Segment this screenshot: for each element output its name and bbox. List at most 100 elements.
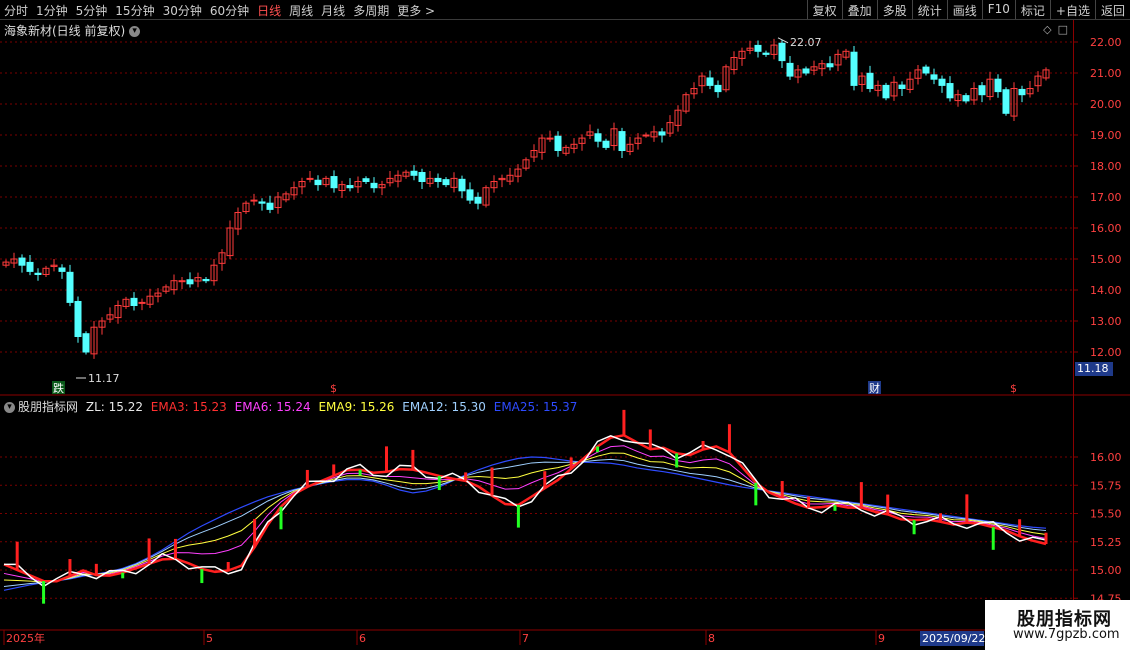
candle-body <box>258 201 266 204</box>
indicator-ema3: EMA3: 15.23 <box>150 400 227 414</box>
candle-body <box>802 68 810 74</box>
candle-body <box>714 84 722 93</box>
candle-body <box>642 134 650 137</box>
candle-body <box>762 52 770 55</box>
candle-body <box>74 300 82 337</box>
indicator-series <box>3 409 1048 604</box>
candle-body <box>418 172 426 182</box>
indicator-name: 股朋指标网 <box>18 400 79 414</box>
candle-body <box>938 78 946 86</box>
watermark-url: www.7gpzb.com <box>1013 627 1120 642</box>
ema12-line <box>3 458 1047 587</box>
time-label: 2025年 <box>6 631 45 645</box>
candle-body <box>922 66 930 74</box>
candle-body <box>330 176 338 189</box>
candle-body <box>978 85 986 96</box>
time-label: 6 <box>359 632 366 645</box>
candle-body <box>34 272 42 276</box>
marker-fall: 跌 <box>53 381 64 395</box>
candle-body <box>554 135 562 152</box>
indicator-ema6: EMA6: 15.24 <box>234 400 311 414</box>
candle-body <box>962 95 970 102</box>
candle-body <box>186 279 194 285</box>
price-tick-label: 14.00 <box>1090 284 1122 297</box>
cursor-date-label: 2025/09/22 <box>922 632 985 645</box>
indicator-chevron-icon[interactable]: ▾ <box>4 402 15 413</box>
indicator-tick-label: 15.25 <box>1090 536 1122 549</box>
ema9-line <box>3 452 1047 583</box>
candle-body <box>82 333 90 353</box>
indicator-title: ▾ 股朋指标网 ZL: 15.22 EMA3: 15.23 EMA6: 15.24… <box>4 398 581 415</box>
candle-body <box>66 271 74 303</box>
time-label: 8 <box>708 632 715 645</box>
indicator-ema9: EMA9: 15.26 <box>318 400 395 414</box>
candle-body <box>866 72 874 89</box>
indicator-ema25: EMA25: 15.37 <box>493 400 578 414</box>
candle-body <box>826 63 834 68</box>
marker-finance: 财 <box>869 381 880 395</box>
price-tick-label: 22.00 <box>1090 36 1122 49</box>
time-label: 5 <box>206 632 213 645</box>
candle-body <box>546 137 554 140</box>
marker-dividend-2: $ <box>1010 382 1017 395</box>
price-tick-label: 21.00 <box>1090 67 1122 80</box>
candle-body <box>130 297 138 306</box>
candle-body <box>754 44 762 52</box>
price-tick-label: 20.00 <box>1090 98 1122 111</box>
indicator-axis: 16.0015.7515.5015.2515.0014.75 <box>0 451 1122 605</box>
candle-body <box>410 170 418 176</box>
site-watermark: 股朋指标网 www.7gpzb.com <box>985 600 1130 650</box>
candle-body <box>250 199 258 202</box>
candle-body <box>474 196 482 204</box>
indicator-tick-label: 15.75 <box>1090 479 1122 492</box>
candle-body <box>346 185 354 189</box>
price-tick-label: 19.00 <box>1090 129 1122 142</box>
price-axis: 22.00 21.00 20.00 19.00 18.00 17.00 16.00 15.00… <box>1073 36 1122 359</box>
candle-body <box>994 78 1002 93</box>
time-label: 7 <box>522 632 529 645</box>
price-tick-label: 15.00 <box>1090 253 1122 266</box>
candlestick-series <box>2 38 1050 359</box>
candle-body <box>786 62 794 77</box>
axis-separator <box>1073 20 1074 630</box>
candle-body <box>434 177 442 182</box>
candle-body <box>26 261 34 272</box>
price-tick-label: 16.00 <box>1090 222 1122 235</box>
candle-body <box>306 177 314 180</box>
indicator-zl: ZL: 15.22 <box>85 400 143 414</box>
kline-chart[interactable]: 22.00 21.00 20.00 19.00 18.00 17.00 16.00 15.00… <box>0 0 1130 650</box>
candle-body <box>202 278 210 282</box>
candle-body <box>882 84 890 99</box>
candle-body <box>314 179 322 186</box>
candle-body <box>18 257 26 266</box>
candle-body <box>850 51 858 86</box>
candle-body <box>362 178 370 183</box>
candle-body <box>706 77 714 86</box>
candle-body <box>370 182 378 189</box>
candle-body <box>930 74 938 80</box>
candle-body <box>1018 88 1026 96</box>
candle-body <box>178 280 186 283</box>
price-tick-label: 13.00 <box>1090 315 1122 328</box>
candle-body <box>778 42 786 62</box>
indicator-tick-label: 15.50 <box>1090 508 1122 521</box>
indicator-tick-label: 16.00 <box>1090 451 1122 464</box>
candle-body <box>266 202 274 210</box>
indicator-ema12: EMA12: 15.30 <box>402 400 486 414</box>
time-label: 9 <box>878 632 885 645</box>
price-tick-label: 18.00 <box>1090 160 1122 173</box>
price-tick-label: 17.00 <box>1090 191 1122 204</box>
high-price-pointer <box>777 37 789 44</box>
candle-body <box>618 131 626 151</box>
candle-body <box>458 178 466 192</box>
candle-body <box>594 133 602 142</box>
candle-body <box>466 189 474 201</box>
candle-body <box>602 140 610 148</box>
high-price-label: 22.07 <box>790 36 822 49</box>
price-annotations: 22.07 11.17 跌 $ 财 $ <box>52 36 1017 395</box>
candle-body <box>898 84 906 89</box>
price-tick-label: 12.00 <box>1090 346 1122 359</box>
current-price-badge: 11.18 <box>1075 362 1113 376</box>
zl-line <box>3 434 1047 588</box>
low-price-label: 11.17 <box>88 372 120 385</box>
